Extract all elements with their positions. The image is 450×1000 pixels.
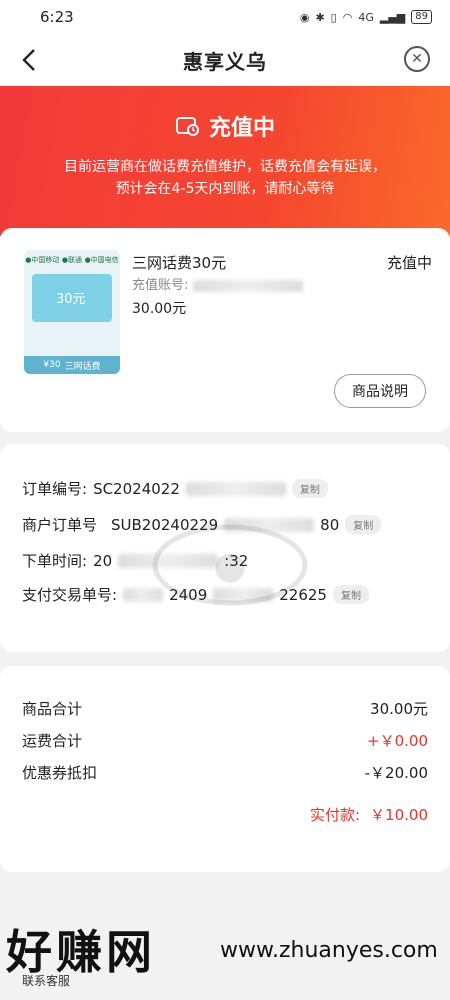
goods-total-label: 商品合计	[22, 700, 83, 718]
shipping-label: 运费合计	[22, 732, 83, 750]
brand-url: www.zhuanyes.com	[220, 938, 438, 963]
status-icons: ◉ ✱ ▯ ◠ 4G ▂▄▆ 89	[300, 10, 432, 24]
copy-pay-no-button[interactable]: 复制	[332, 585, 369, 604]
battery-icon: 89	[411, 10, 432, 24]
nav-bar: 惠享义乌 ✕	[0, 34, 450, 86]
goods-total-value: 30.00元	[370, 700, 428, 718]
order-time-value: 20	[93, 551, 113, 570]
order-time-label: 下单时间:	[22, 552, 88, 570]
pay-no-label: 支付交易单号:	[22, 586, 118, 604]
account-redacted	[192, 279, 303, 292]
svg-text:●: ●	[213, 543, 246, 587]
clock-card-icon	[175, 117, 199, 136]
paid-value: ￥10.00	[370, 806, 428, 824]
signal-label: 4G	[358, 10, 374, 24]
payment-summary-card: 商品合计 30.00元 运费合计 +￥0.00 优惠券抵扣 -￥20.00 实付…	[0, 666, 450, 872]
page-title: 惠享义乌	[183, 49, 267, 74]
image-bar-text: 三网话费	[64, 361, 101, 372]
status-time: 6:23	[40, 8, 74, 26]
image-caption: ·	[36, 313, 38, 319]
merchant-no-tail: 80	[320, 515, 340, 534]
shipping-value: +￥0.00	[367, 732, 428, 750]
wifi-icon: ◠	[342, 10, 353, 24]
bluetooth-icon: ✱	[315, 10, 325, 24]
customer-service-link[interactable]: 联系客服	[22, 972, 70, 989]
banner-desc-line1: 目前运营商在做话费充值维护，话费充值会有延误，	[64, 159, 386, 175]
status-bar: 6:23 ◉ ✱ ▯ ◠ 4G ▂▄▆ 89	[0, 0, 450, 34]
product-desc-button[interactable]: 商品说明	[334, 374, 426, 408]
copy-order-no-button[interactable]: 复制	[291, 479, 328, 498]
product-status: 充值中	[386, 254, 432, 272]
footer: 好赚网 www.zhuanyes.com 联系客服	[0, 900, 450, 1000]
account-label: 充值账号:	[132, 278, 189, 293]
product-card: ●中国移动 ●联通 ●中国电信 30元 · ¥30 三网话费 三网话费30元 充值中 …	[0, 228, 450, 432]
coupon-value: -￥20.00	[364, 764, 428, 782]
product-name: 三网话费30元	[132, 254, 227, 272]
banner-status: 充值中	[208, 116, 275, 141]
back-icon[interactable]	[16, 46, 44, 74]
watermark-logo: ●	[152, 524, 308, 606]
paid-label: 实付款:	[309, 806, 361, 824]
copy-merchant-no-button[interactable]: 复制	[345, 515, 382, 534]
order-no-redacted	[185, 481, 286, 496]
image-amount: 30元	[56, 292, 86, 307]
signal-icon: ▂▄▆	[379, 10, 406, 24]
close-icon[interactable]: ✕	[404, 46, 430, 72]
image-bar-price: ¥30	[43, 360, 61, 370]
eye-icon: ◉	[299, 10, 310, 24]
carrier-logos: ●中国移动 ●联通 ●中国电信	[25, 256, 119, 264]
order-no-value: SC2024022	[93, 479, 180, 498]
merchant-no-label: 商户订单号	[22, 516, 98, 534]
product-image: ●中国移动 ●联通 ●中国电信 30元 · ¥30 三网话费	[24, 250, 120, 374]
banner-desc-line2: 预计会在4-5天内到账，请耐心等待	[115, 181, 335, 197]
status-banner: 充值中 目前运营商在做话费充值维护，话费充值会有延误， 预计会在4-5天内到账，…	[0, 86, 450, 236]
coupon-label: 优惠券抵扣	[22, 764, 98, 782]
order-no-label: 订单编号:	[22, 480, 88, 498]
product-price: 30.00元	[132, 301, 187, 317]
vibrate-icon: ▯	[330, 10, 337, 24]
